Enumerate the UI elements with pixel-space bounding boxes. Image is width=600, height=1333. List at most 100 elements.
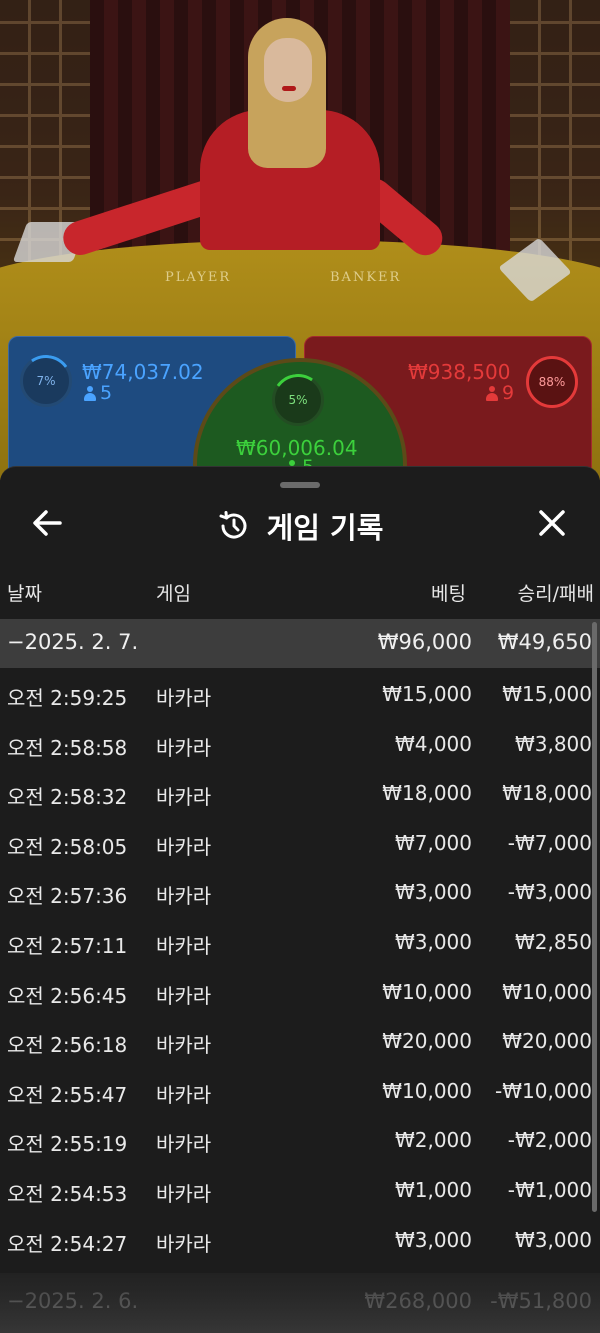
row-bet: ₩15,000: [382, 682, 472, 706]
row-time: 오전 2:58:05: [7, 834, 128, 859]
row-time: 오전 2:56:18: [7, 1033, 128, 1058]
tie-percent: 5%: [288, 393, 308, 407]
table-label-player: PLAYER: [165, 270, 232, 285]
dealer-lips: [282, 86, 296, 91]
row-game: 바카라: [156, 735, 212, 760]
row-winloss: ₩15,000: [502, 682, 592, 706]
next-group-date: −2025. 2. 6.: [7, 1289, 139, 1313]
history-list: −2025. 2. 7. ₩96,000 ₩49,650 오전 2:59:25 …: [0, 619, 600, 1263]
column-header-game: 게임: [156, 583, 191, 605]
row-bet: ₩7,000: [394, 830, 472, 855]
group-date: −2025. 2. 7.: [7, 630, 139, 654]
player-bet-amount: ₩74,037.02: [82, 360, 204, 384]
banker-percent-ring: 88%: [526, 356, 578, 408]
history-title: 게임 기록: [266, 511, 384, 545]
history-clock-icon: [219, 511, 247, 539]
row-winloss: ₩18,000: [502, 781, 592, 806]
column-header-bet: 베팅: [431, 583, 466, 605]
row-game: 바카라: [156, 983, 212, 1008]
row-time: 오전 2:59:25: [7, 686, 128, 710]
row-game: 바카라: [156, 884, 212, 909]
dealer-face: [264, 38, 312, 102]
row-time: 오전 2:55:47: [7, 1082, 128, 1107]
history-row[interactable]: 오전 2:56:45 바카라 ₩10,000 ₩10,000: [0, 966, 600, 1016]
row-bet: ₩10,000: [382, 979, 472, 1004]
row-game: 바카라: [156, 1181, 212, 1206]
row-bet: ₩10,000: [382, 1078, 472, 1103]
column-header-date: 날짜: [7, 583, 42, 605]
banker-percent: 88%: [538, 375, 566, 389]
banker-count-value: 9: [502, 382, 515, 404]
row-bet: ₩3,000: [394, 1227, 472, 1252]
row-winloss: ₩3,000: [514, 1227, 592, 1252]
row-bet: ₩1,000: [394, 1177, 472, 1202]
history-row[interactable]: 오전 2:57:36 바카라 ₩3,000 -₩3,000: [0, 866, 600, 916]
row-game: 바카라: [156, 834, 212, 859]
history-row[interactable]: 오전 2:58:05 바카라 ₩7,000 -₩7,000: [0, 817, 600, 867]
person-icon: [84, 385, 96, 401]
row-time: 오전 2:54:53: [7, 1181, 128, 1206]
tie-percent-ring: 5%: [272, 374, 324, 426]
row-bet: ₩2,000: [394, 1128, 472, 1153]
row-winloss: -₩7,000: [507, 830, 592, 855]
column-header-winloss: 승리/패배: [517, 583, 594, 605]
row-winloss: ₩2,850: [514, 929, 592, 954]
row-bet: ₩18,000: [382, 781, 472, 806]
row-game: 바카라: [156, 1231, 212, 1256]
date-group-header[interactable]: −2025. 2. 7. ₩96,000 ₩49,650: [0, 619, 600, 668]
row-game: 바카라: [156, 785, 212, 810]
row-time: 오전 2:57:11: [7, 933, 128, 958]
player-percent: 7%: [36, 374, 56, 388]
row-game: 바카라: [156, 1082, 212, 1107]
player-percent-ring: 7%: [20, 355, 72, 407]
history-row[interactable]: 오전 2:54:27 바카라 ₩3,000 ₩3,000: [0, 1214, 600, 1264]
row-winloss: -₩1,000: [507, 1177, 592, 1202]
group-winloss-total: ₩49,650: [497, 630, 592, 654]
row-game: 바카라: [156, 1132, 212, 1157]
date-group-header-next[interactable]: −2025. 2. 6. ₩268,000 -₩51,800: [0, 1273, 600, 1333]
player-count-value: 5: [100, 382, 113, 404]
row-time: 오전 2:58:32: [7, 785, 128, 810]
row-winloss: ₩10,000: [502, 979, 592, 1004]
game-history-sheet: 게임 기록 날짜 게임 베팅 승리/패배 −2025. 2. 7. ₩96,00…: [0, 466, 600, 1333]
row-game: 바카라: [156, 1033, 212, 1058]
row-time: 오전 2:57:36: [7, 884, 128, 909]
group-bet-total: ₩96,000: [377, 630, 472, 654]
history-row[interactable]: 오전 2:59:25 바카라 ₩15,000 ₩15,000: [0, 668, 600, 718]
history-row[interactable]: 오전 2:58:32 바카라 ₩18,000 ₩18,000: [0, 767, 600, 817]
history-row[interactable]: 오전 2:58:58 바카라 ₩4,000 ₩3,800: [0, 718, 600, 768]
sheet-title: 게임 기록: [0, 505, 600, 547]
history-row[interactable]: 오전 2:55:19 바카라 ₩2,000 -₩2,000: [0, 1114, 600, 1164]
close-icon: [539, 510, 565, 536]
row-winloss: -₩10,000: [495, 1078, 592, 1103]
row-game: 바카라: [156, 686, 212, 710]
table-label-banker: BANKER: [330, 270, 402, 285]
sheet-header: 게임 기록: [0, 497, 600, 549]
history-row[interactable]: 오전 2:55:47 바카라 ₩10,000 -₩10,000: [0, 1065, 600, 1115]
scrollbar[interactable]: [592, 622, 597, 1212]
row-bet: ₩4,000: [394, 731, 472, 756]
row-winloss: -₩2,000: [507, 1128, 592, 1153]
row-time: 오전 2:55:19: [7, 1132, 128, 1157]
row-winloss: -₩3,000: [507, 880, 592, 905]
next-group-bet-total: ₩268,000: [364, 1289, 472, 1313]
player-bettor-count: 5: [84, 382, 112, 404]
banker-bettor-count: 9: [486, 382, 514, 404]
row-winloss: ₩20,000: [502, 1029, 592, 1054]
row-bet: ₩3,000: [394, 880, 472, 905]
row-time: 오전 2:54:27: [7, 1231, 128, 1256]
history-row[interactable]: 오전 2:57:11 바카라 ₩3,000 ₩2,850: [0, 916, 600, 966]
banker-bet-amount: ₩938,500: [408, 360, 511, 384]
row-bet: ₩20,000: [382, 1029, 472, 1054]
history-row[interactable]: 오전 2:56:18 바카라 ₩20,000 ₩20,000: [0, 1015, 600, 1065]
person-icon: [486, 385, 498, 401]
close-button[interactable]: [526, 497, 578, 549]
row-time: 오전 2:58:58: [7, 735, 128, 760]
row-bet: ₩3,000: [394, 929, 472, 954]
history-row[interactable]: 오전 2:54:53 바카라 ₩1,000 -₩1,000: [0, 1164, 600, 1214]
row-time: 오전 2:56:45: [7, 983, 128, 1008]
next-group-winloss-total: -₩51,800: [490, 1289, 592, 1313]
row-game: 바카라: [156, 933, 212, 958]
sheet-drag-handle[interactable]: [280, 482, 320, 488]
row-winloss: ₩3,800: [514, 731, 592, 756]
